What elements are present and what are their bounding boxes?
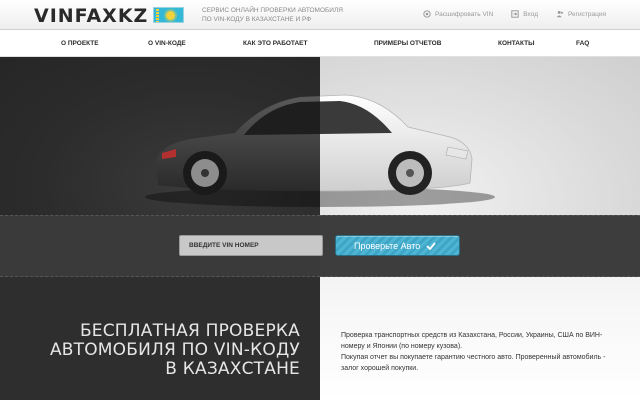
kazakhstan-flag-icon (153, 7, 184, 23)
top-header: VINFAXKZ СЕРВИС ОНЛАЙН ПРОВЕРКИ АВТОМОБИ… (0, 0, 640, 30)
promo-headline: БЕСПЛАТНАЯ ПРОВЕРКА АВТОМОБИЛЯ ПО VIN-КО… (49, 321, 300, 379)
promo-paragraph: Проверка транспортных средств из Казахст… (341, 332, 603, 350)
hero-banner (0, 57, 640, 215)
main-nav: О ПРОЕКТЕ О VIN-КОДЕ КАК ЭТО РАБОТАЕТ ПР… (0, 30, 640, 57)
site-logo[interactable]: VINFAXKZ (34, 5, 148, 27)
nav-item-vin-code[interactable]: О VIN-КОДЕ (148, 40, 186, 47)
nav-item-how-it-works[interactable]: КАК ЭТО РАБОТАЕТ (243, 40, 307, 47)
promo-paragraph: Покупая отчет вы покупаете гарантию чест… (341, 354, 606, 372)
check-car-label: Проверьте Авто (354, 240, 421, 251)
nav-item-about[interactable]: О ПРОЕКТЕ (61, 40, 99, 47)
register-label: Регистрация (568, 10, 606, 18)
login-label: Вход (523, 10, 538, 18)
promo-description: Проверка транспортных средств из Казахст… (341, 330, 611, 374)
header-links: Расшифровать VIN Вход Регистрация (423, 10, 606, 18)
checkmark-icon (426, 241, 436, 250)
target-icon (423, 10, 431, 18)
login-icon (511, 10, 519, 18)
nav-item-sample-reports[interactable]: ПРИМЕРЫ ОТЧЕТОВ (374, 40, 441, 47)
nav-item-contacts[interactable]: КОНТАКТЫ (498, 40, 534, 47)
decode-vin-label: Расшифровать VIN (435, 10, 494, 18)
car-illustration (145, 94, 495, 207)
site-tagline: СЕРВИС ОНЛАЙН ПРОВЕРКИ АВТОМОБИЛЯ ПО VIN… (202, 7, 343, 23)
vin-input[interactable] (179, 235, 323, 256)
nav-item-faq[interactable]: FAQ (576, 40, 589, 47)
check-car-button[interactable]: Проверьте Авто (335, 235, 460, 256)
login-link[interactable]: Вход (511, 10, 538, 18)
decode-vin-link[interactable]: Расшифровать VIN (423, 10, 493, 18)
users-icon (556, 10, 564, 18)
register-link[interactable]: Регистрация (556, 10, 606, 18)
